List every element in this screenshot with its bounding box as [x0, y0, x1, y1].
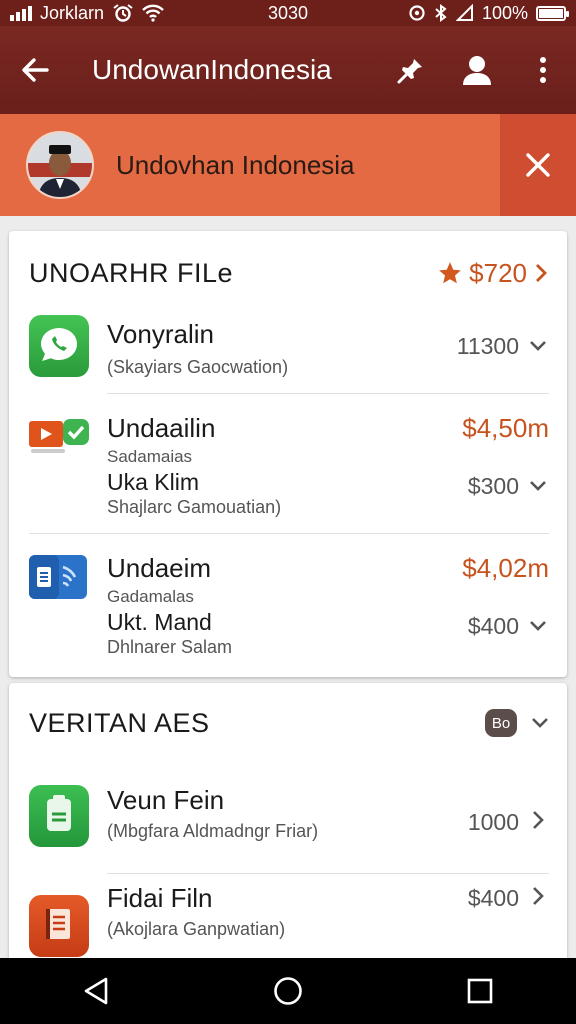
divider	[107, 873, 549, 874]
item-name: Veun Fein	[107, 785, 225, 815]
files-card: UNOARHR FILe $720 Vonyralin (Skayiars Ga…	[9, 231, 567, 677]
data-signal-icon	[455, 4, 473, 21]
bluetooth-icon	[435, 4, 447, 22]
page-title: UndowanIndonesia	[92, 54, 332, 85]
chevron-right-icon[interactable]	[527, 885, 549, 907]
wifi-icon	[142, 4, 164, 22]
list-item[interactable]: Veun Fein (Mbgfara Aldmadngr Friar) 1000	[29, 781, 549, 861]
item-subtitle: Shajlarc Gamouatian)	[107, 497, 282, 517]
circle-home-icon	[274, 977, 302, 1005]
item-secondary-name: Uka Klim	[107, 469, 200, 495]
item-name: Undaeim	[107, 553, 212, 583]
star-icon	[439, 262, 461, 284]
triangle-back-icon	[84, 977, 108, 1005]
app-bar: UndowanIndonesia	[0, 26, 576, 114]
item-subtitle: Dhlnarer Salam	[107, 637, 233, 657]
overflow-menu-button[interactable]	[510, 26, 576, 114]
status-bar: Jorklarn 3030 100%	[0, 0, 576, 26]
item-price: $4,02m	[462, 553, 549, 583]
pin-icon	[397, 59, 422, 84]
item-value: $400	[467, 613, 519, 639]
list-item[interactable]: Undaeim $4,02m Gadamalas Ukt. Mand Dhlna…	[29, 547, 549, 671]
chevron-down-icon[interactable]	[531, 717, 549, 729]
item-secondary-name: Ukt. Mand	[107, 609, 212, 635]
clipboard-icon	[29, 785, 89, 847]
chevron-down-icon[interactable]	[527, 475, 549, 497]
chevron-right-icon	[536, 264, 547, 282]
divider	[107, 393, 549, 394]
item-name: Fidai Filn	[107, 883, 213, 913]
more-vert-icon	[540, 57, 546, 83]
phone-chat-icon	[29, 315, 89, 377]
close-icon	[526, 153, 550, 177]
item-subtitle: (Mbgfara Aldmadngr Friar)	[107, 821, 319, 841]
video-check-icon	[29, 411, 89, 473]
item-value: $300	[467, 473, 519, 499]
nav-recents-button[interactable]	[450, 961, 510, 1021]
nav-home-button[interactable]	[258, 961, 318, 1021]
sync-icon	[409, 5, 425, 21]
item-name: Undaailin	[107, 413, 216, 443]
account-name: Undovhan Indonesia	[116, 149, 355, 180]
chevron-down-icon[interactable]	[527, 335, 549, 357]
arrow-left-icon	[22, 58, 49, 82]
item-name: Vonyralin	[107, 319, 214, 349]
profile-button[interactable]	[444, 26, 510, 114]
account-banner[interactable]: Undovhan Indonesia	[0, 114, 576, 216]
pin-button[interactable]	[378, 26, 444, 114]
square-recents-icon	[467, 978, 493, 1004]
item-subtitle: (Skayiars Gaocwation)	[107, 357, 289, 377]
section-total: $720	[469, 257, 527, 288]
notebook-icon	[29, 895, 89, 957]
divider	[29, 533, 549, 534]
item-detail: Gadamalas	[107, 587, 194, 606]
item-detail: Sadamaias	[107, 447, 193, 466]
avatar	[26, 131, 94, 199]
section-badge: Bo	[485, 709, 517, 737]
item-value: 11300	[456, 333, 519, 359]
system-nav-bar	[0, 958, 576, 1024]
item-value: 1000	[467, 809, 519, 835]
item-price: $4,50m	[462, 413, 549, 443]
section-title: VERITAN AES	[29, 707, 210, 738]
chevron-down-icon[interactable]	[527, 615, 549, 637]
item-value: $400	[467, 885, 519, 911]
veritan-card: VERITAN AES Bo Veun Fein (Mbgfara Aldmad…	[9, 683, 567, 973]
section-title: UNOARHR FILe	[29, 257, 234, 288]
item-subtitle: (Akojlara Ganpwatian)	[107, 919, 286, 939]
veritan-card-header[interactable]: VERITAN AES Bo	[29, 703, 549, 743]
list-item[interactable]: Undaailin $4,50m Sadamaias Uka Klim Shaj…	[29, 407, 549, 531]
close-button[interactable]	[500, 114, 576, 216]
back-button[interactable]	[0, 26, 70, 114]
battery-percent: 100%	[481, 2, 528, 23]
carrier-label: Jorklarn	[40, 2, 105, 23]
document-wave-icon	[29, 555, 89, 599]
alarm-icon	[113, 4, 133, 22]
signal-icon	[10, 5, 32, 21]
files-card-header[interactable]: UNOARHR FILe $720	[29, 253, 549, 293]
list-item[interactable]: Vonyralin (Skayiars Gaocwation) 11300	[29, 313, 549, 393]
battery-icon	[536, 5, 569, 21]
nav-back-button[interactable]	[66, 961, 126, 1021]
person-icon	[463, 56, 491, 85]
chevron-right-icon[interactable]	[527, 809, 549, 831]
